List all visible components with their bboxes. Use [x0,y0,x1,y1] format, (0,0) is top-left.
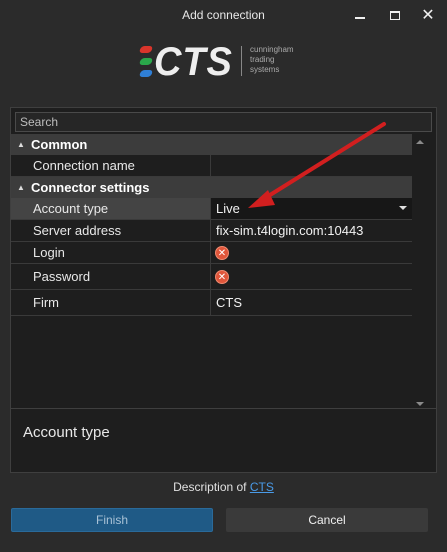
footer-description: Description of CTS [0,480,447,494]
category-label: Connector settings [31,180,150,195]
scroll-up-icon[interactable] [416,140,424,144]
logo-tagline: cunningham trading systems [250,45,320,75]
logo-tagline-line: systems [250,65,280,74]
cts-link[interactable]: CTS [250,480,274,494]
row-connection-name[interactable]: Connection name [11,155,412,177]
logo-bar-blue [138,70,154,77]
description-prefix: Description of [173,480,250,494]
password-field[interactable]: ✕ [211,264,412,289]
scroll-down-icon[interactable] [416,402,424,406]
property-name: Firm [11,290,211,315]
collapse-triangle-icon[interactable]: ▲ [11,140,31,149]
logo-wordmark: CTS [154,40,233,84]
category-connector-settings[interactable]: ▲ Connector settings [11,177,412,198]
account-type-dropdown[interactable]: Live [211,198,412,219]
collapse-triangle-icon[interactable]: ▲ [11,183,31,192]
close-button[interactable]: ✕ [413,0,443,30]
minimize-icon [355,17,365,19]
property-name: Password [11,264,211,289]
property-name: Account type [11,198,211,219]
property-panel: ▲ Common Connection name ▲ Connector set… [10,107,437,473]
login-field[interactable]: ✕ [211,242,412,263]
description-title: Account type [23,424,110,441]
logo-tagline-line: cunningham [250,45,294,54]
logo-bars-icon [138,46,154,80]
vertical-scrollbar[interactable] [413,134,427,406]
error-icon: ✕ [215,245,229,260]
property-name: Connection name [11,155,211,176]
logo-bar-green [138,58,154,65]
firm-field[interactable]: CTS [211,290,412,315]
title-bar: Add connection ✕ [0,0,447,32]
account-type-value: Live [216,201,240,216]
error-icon: ✕ [215,269,229,284]
logo-tagline-line: trading [250,55,275,64]
maximize-icon [390,10,400,20]
cancel-button[interactable]: Cancel [226,508,428,532]
chevron-down-icon[interactable] [399,206,407,210]
description-area: Account type [11,408,436,472]
logo-bar-red [138,46,154,53]
logo-divider [241,46,242,76]
finish-button[interactable]: Finish [11,508,213,532]
row-password[interactable]: Password ✕ [11,264,412,290]
row-server-address[interactable]: Server address fix-sim.t4login.com:10443 [11,220,412,242]
category-common[interactable]: ▲ Common [11,134,412,155]
server-address-field[interactable]: fix-sim.t4login.com:10443 [211,220,412,241]
row-firm[interactable]: Firm CTS [11,290,412,316]
row-account-type[interactable]: Account type Live [11,198,412,220]
search-input[interactable] [16,113,431,131]
category-label: Common [31,137,88,152]
search-box[interactable] [15,112,432,132]
minimize-button[interactable] [345,0,375,30]
connection-name-field[interactable] [211,155,412,176]
close-icon: ✕ [421,5,435,24]
property-name: Login [11,242,211,263]
property-grid: ▲ Common Connection name ▲ Connector set… [11,134,412,408]
cts-logo: CTS cunningham trading systems [138,40,310,84]
property-name: Server address [11,220,211,241]
row-login[interactable]: Login ✕ [11,242,412,264]
maximize-button[interactable] [380,0,410,30]
